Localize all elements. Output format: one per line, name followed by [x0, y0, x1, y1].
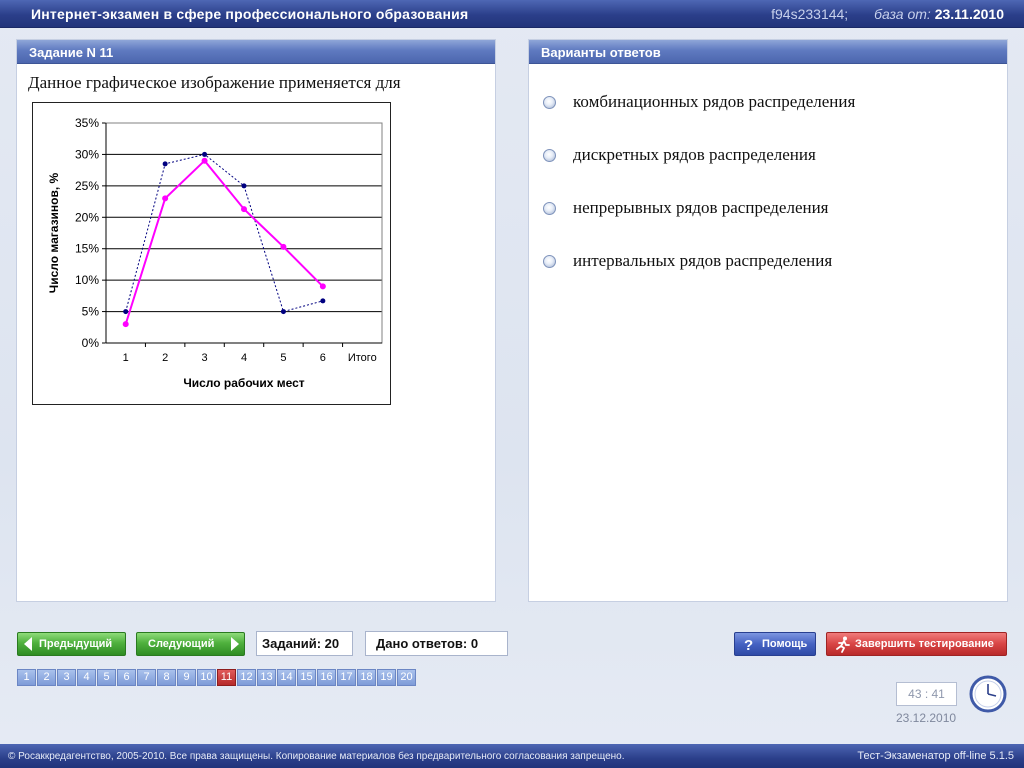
y-tick-label: 15% [75, 242, 99, 256]
x-tick-label: 1 [123, 352, 129, 364]
radio-button[interactable] [543, 96, 556, 109]
page-button-9[interactable]: 9 [177, 669, 196, 686]
x-tick-label: 5 [280, 352, 286, 364]
chart: 0% 5% 10% 15% 20% 25% 30% 35% 1 2 3 4 5 6 Итого Число р… [32, 102, 391, 405]
series-point-1 [162, 161, 168, 167]
answer-option-label[interactable]: непрерывных рядов распределения [573, 198, 829, 218]
x-tick-label: 3 [202, 352, 208, 364]
db-label: база от: [874, 6, 931, 22]
series-point-1 [320, 298, 326, 304]
radio-button[interactable] [543, 255, 556, 268]
series-point-2 [162, 195, 169, 202]
timer: 43 : 41 [896, 682, 957, 706]
x-tick-label: 4 [241, 352, 247, 364]
question-panel-title: Задание N 11 [17, 40, 495, 64]
y-tick-label: 25% [75, 179, 99, 193]
current-date: 23.12.2010 [896, 711, 957, 725]
page-button-15[interactable]: 15 [297, 669, 316, 686]
answer-option-label[interactable]: дискретных рядов распределения [573, 145, 816, 165]
next-button-label: Следующий [148, 638, 215, 650]
running-man-icon [836, 636, 850, 653]
series-point-2 [319, 283, 326, 290]
series-point-2 [280, 243, 287, 250]
answers-panel-title: Варианты ответов [529, 40, 1007, 64]
page-button-6[interactable]: 6 [117, 669, 136, 686]
next-button[interactable]: Следующий [136, 632, 245, 656]
help-button[interactable]: ? Помощь [734, 632, 816, 656]
page-button-1[interactable]: 1 [17, 669, 36, 686]
series-line-2 [124, 159, 324, 325]
app-title: Интернет-экзамен в сфере профессионально… [31, 6, 469, 22]
finish-button-label: Завершить тестирование [855, 638, 994, 650]
page-button-13[interactable]: 13 [257, 669, 276, 686]
x-axis-label: Число рабочих мест [183, 376, 304, 390]
page-button-4[interactable]: 4 [77, 669, 96, 686]
page-button-5[interactable]: 5 [97, 669, 116, 686]
copyright-text: © Росаккредагентство, 2005-2010. Все пра… [8, 751, 625, 762]
page-button-12[interactable]: 12 [237, 669, 256, 686]
session-id: f94s233144; [771, 6, 849, 22]
radio-button[interactable] [543, 202, 556, 215]
page-button-8[interactable]: 8 [157, 669, 176, 686]
page-button-17[interactable]: 17 [337, 669, 356, 686]
page-button-20[interactable]: 20 [397, 669, 416, 686]
tasks-counter: Заданий: 20 [256, 631, 353, 656]
series-point-1 [202, 151, 208, 157]
series-point-1 [241, 183, 247, 189]
y-tick-label: 35% [75, 116, 99, 130]
x-tick-label: 6 [320, 352, 326, 364]
y-tick-label: 0% [82, 336, 100, 350]
page-button-11[interactable]: 11 [217, 669, 236, 686]
y-tick-label: 20% [75, 210, 99, 224]
answers-counter: Дано ответов: 0 [365, 631, 508, 656]
prev-button-label: Предыдущий [39, 638, 113, 650]
y-tick-label: 10% [75, 273, 99, 287]
question-panel: Задание N 11 Данное графическое изображе… [17, 40, 495, 601]
page-button-3[interactable]: 3 [57, 669, 76, 686]
series-point-1 [280, 309, 286, 315]
prev-button[interactable]: Предыдущий [17, 632, 126, 656]
radio-button[interactable] [543, 149, 556, 162]
question-text: Данное графическое изображение применяет… [28, 73, 401, 92]
x-tick-label: Итого [348, 352, 377, 364]
page-button-7[interactable]: 7 [137, 669, 156, 686]
series-point-2 [201, 157, 208, 164]
version-text: Тест-Экзаменатор off-line 5.1.5 [857, 750, 1014, 762]
page-button-18[interactable]: 18 [357, 669, 376, 686]
chart-svg: 0% 5% 10% 15% 20% 25% 30% 35% 1 2 3 4 5 6 Итого Число р… [47, 116, 383, 390]
page-button-14[interactable]: 14 [277, 669, 296, 686]
page-button-2[interactable]: 2 [37, 669, 56, 686]
arrow-left-icon [24, 637, 32, 651]
db-date: 23.11.2010 [934, 6, 1004, 22]
clock-icon [969, 675, 1007, 713]
series-point-1 [123, 309, 129, 315]
help-button-label: Помощь [762, 638, 808, 650]
title-bar: Интернет-экзамен в сфере профессионально… [0, 0, 1024, 28]
page-button-19[interactable]: 19 [377, 669, 396, 686]
y-axis-label: Число магазинов, % [47, 172, 61, 293]
page-button-16[interactable]: 16 [317, 669, 336, 686]
session-info: f94s233144; база от: 23.11.2010 [771, 6, 1004, 22]
plot-area [105, 122, 383, 344]
answer-option-label[interactable]: комбинационных рядов распределения [573, 92, 855, 112]
question-mark-icon: ? [744, 637, 753, 652]
svg-text:?: ? [744, 637, 753, 652]
series-point-2 [241, 206, 247, 213]
page-button-10[interactable]: 10 [197, 669, 216, 686]
footer: © Росаккредагентство, 2005-2010. Все пра… [0, 744, 1024, 768]
y-tick-label: 5% [82, 305, 100, 319]
series-point-2 [122, 321, 129, 328]
finish-button[interactable]: Завершить тестирование [826, 632, 1007, 656]
answers-panel: Варианты ответов комбинационных рядов ра… [529, 40, 1007, 601]
arrow-right-icon [231, 637, 239, 651]
answer-option-label[interactable]: интервальных рядов распределения [573, 251, 832, 271]
x-tick-label: 2 [162, 352, 168, 364]
y-tick-label: 30% [75, 147, 99, 161]
